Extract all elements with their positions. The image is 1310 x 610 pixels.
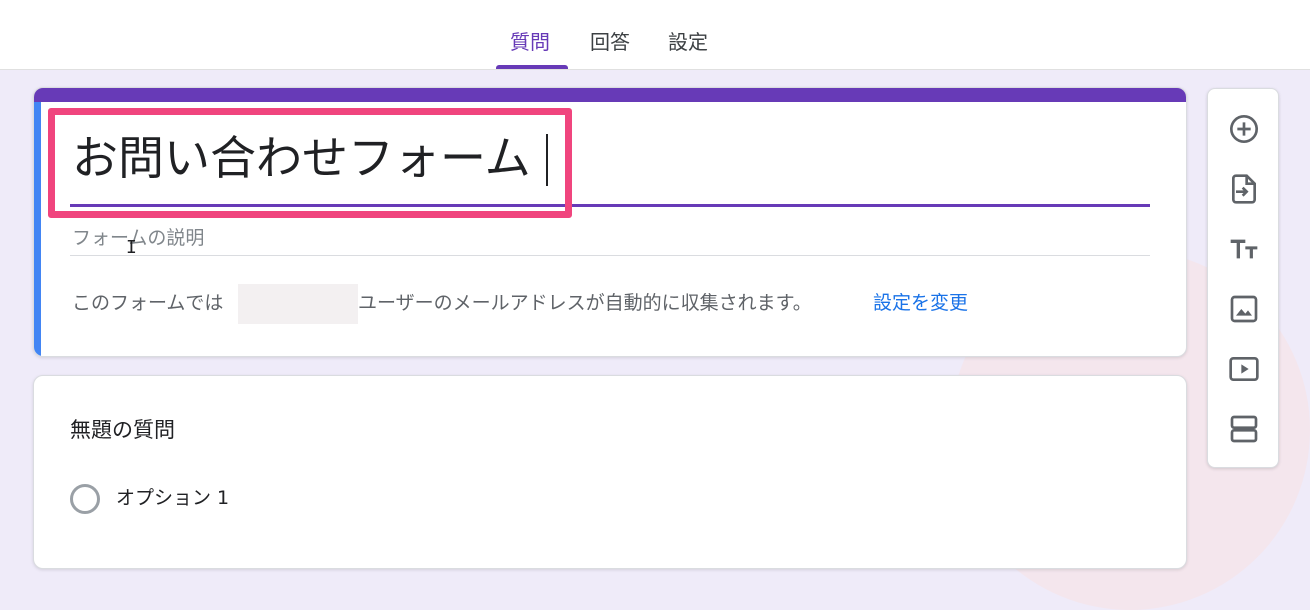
question-card[interactable] <box>33 375 1187 569</box>
selected-card-indicator <box>34 102 41 356</box>
email-collection-notice-prefix: このフォームでは <box>72 292 224 314</box>
active-tab-indicator <box>496 65 568 69</box>
header-color-stripe <box>34 88 1186 102</box>
description-underline <box>70 255 1150 256</box>
add-video-icon[interactable] <box>1226 351 1262 387</box>
add-title-icon[interactable] <box>1226 231 1262 267</box>
redacted-domain <box>238 284 358 324</box>
add-image-icon[interactable] <box>1226 291 1262 327</box>
add-section-icon[interactable] <box>1226 411 1262 447</box>
tab-settings[interactable]: 設定 <box>668 28 708 56</box>
radio-button[interactable] <box>70 484 100 514</box>
option-label[interactable]: オプション 1 <box>116 484 229 512</box>
change-settings-link[interactable]: 設定を変更 <box>873 289 968 317</box>
question-title[interactable]: 無題の質問 <box>70 415 175 445</box>
floating-toolbar <box>1207 88 1279 468</box>
tab-responses[interactable]: 回答 <box>590 28 630 56</box>
email-collection-notice-suffix: ユーザーのメールアドレスが自動的に収集されます。 <box>358 292 812 314</box>
top-navigation: 質問 回答 設定 <box>0 0 1310 70</box>
ibeam-cursor-icon: I <box>126 237 137 258</box>
import-questions-icon[interactable] <box>1226 171 1262 207</box>
tab-questions[interactable]: 質問 <box>510 28 550 56</box>
highlight-annotation-box <box>48 108 572 218</box>
add-question-icon[interactable] <box>1226 111 1262 147</box>
form-description-input[interactable]: フォームの説明 <box>72 224 204 252</box>
